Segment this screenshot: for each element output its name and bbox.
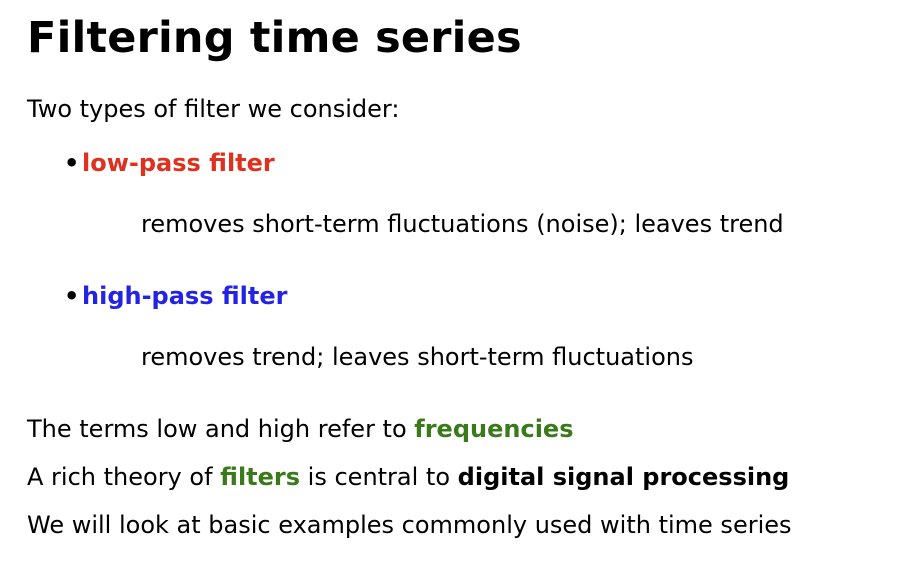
high-pass-term: high-pass filter (82, 282, 288, 310)
high-pass-description: removes trend; leaves short-term fluctua… (141, 343, 694, 371)
low-pass-description: removes short-term fluctuations (noise);… (141, 210, 784, 238)
paragraph-text: The terms low and high refer to (27, 415, 415, 443)
low-pass-term: low-pass filter (82, 149, 275, 177)
paragraph-text: is central to (300, 463, 458, 491)
bullet-item-high-pass: • high-pass filter (64, 280, 287, 312)
paragraph-text: A rich theory of (27, 463, 221, 491)
dsp-term: digital signal processing (457, 463, 790, 491)
bullet-dot-icon: • (64, 149, 80, 177)
text-cursor-highlight: e (465, 8, 498, 68)
filters-term: filters (220, 463, 301, 491)
page-title: Filtering time series (27, 8, 522, 68)
paragraph-frequencies: The terms low and high refer to frequenc… (27, 413, 573, 445)
bullet-item-low-pass: • low-pass filter (64, 147, 275, 179)
title-text-start: Filtering time seri (27, 13, 467, 63)
paragraph-filters: A rich theory of filters is central to d… (27, 461, 789, 493)
frequencies-term: frequencies (414, 415, 574, 443)
bullet-dot-icon: • (64, 282, 80, 310)
title-text-end: s (496, 13, 522, 63)
slide: Filtering time series Two types of filte… (0, 0, 919, 561)
title-text-cursor-char: e (466, 13, 496, 63)
paragraph-examples: We will look at basic examples commonly … (27, 511, 792, 539)
intro-text: Two types of filter we consider: (27, 95, 400, 123)
